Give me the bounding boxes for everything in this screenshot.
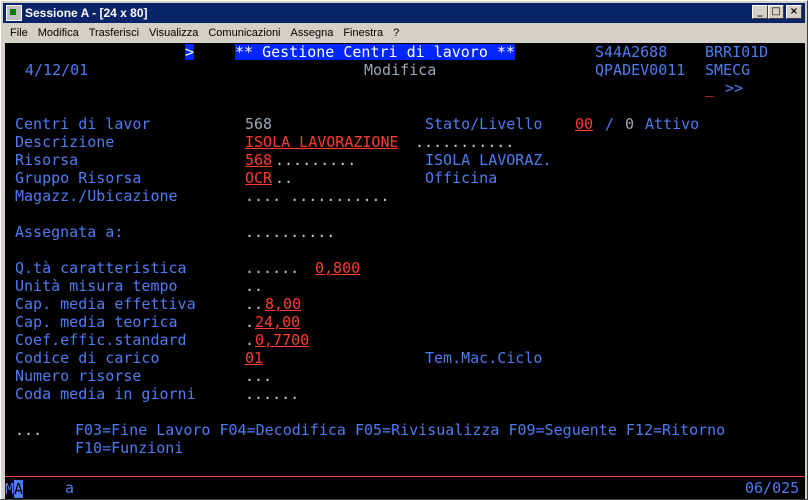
cap-eff-field[interactable]: 8,00	[265, 296, 301, 312]
more-cursor[interactable]: _	[705, 80, 714, 96]
menu-help[interactable]: ?	[393, 27, 399, 39]
menu-trasferisci[interactable]: Trasferisci	[89, 27, 139, 39]
assegnata-field[interactable]: ..........	[245, 224, 335, 240]
function-keys-line1: F03=Fine Lavoro F04=Decodifica F05=Rivis…	[75, 421, 726, 439]
gruppo-field[interactable]: OCR	[245, 170, 272, 186]
qta-label: Q.tà caratteristica	[15, 259, 187, 277]
stato-label: Stato/Livello	[425, 115, 543, 133]
program-id: S44A2688	[595, 43, 668, 61]
header-arrow[interactable]: >	[185, 44, 195, 60]
status-indicator: MA	[5, 480, 24, 498]
descrizione-label: Descrizione	[15, 133, 115, 151]
window-title: Sessione A - [24 x 80]	[25, 6, 148, 20]
unita-label: Unità misura tempo	[15, 277, 178, 295]
risorsa-label: Risorsa	[15, 151, 79, 169]
risorsa-desc: ISOLA LAVORAZ.	[425, 151, 552, 169]
screen-mode: Modifica	[364, 61, 437, 79]
centri-label: Centri di lavor	[15, 115, 151, 133]
close-button[interactable]: ×	[786, 5, 802, 19]
cursor-position: 06/025	[745, 479, 800, 497]
coef-field[interactable]: 0,7700	[255, 332, 309, 348]
menu-comunicazioni[interactable]: Comunicazioni	[208, 27, 280, 39]
system-name: SMECG	[705, 61, 751, 79]
descrizione-field-fill[interactable]: ...........	[415, 134, 514, 150]
maximize-button[interactable]: □	[768, 5, 784, 19]
cap-teo-label: Cap. media teorica	[15, 313, 178, 331]
qta-field-fill[interactable]: ......	[245, 260, 299, 276]
app-icon[interactable]	[6, 5, 22, 21]
magazz-field[interactable]: .... ...........	[245, 188, 390, 204]
descrizione-field[interactable]: ISOLA LAVORAZIONE	[245, 134, 399, 150]
menu-modifica[interactable]: Modifica	[38, 27, 79, 39]
screen-date: 4/12/01	[25, 61, 89, 79]
emulator-window: Sessione A - [24 x 80] _ □ × File Modifi…	[0, 0, 808, 500]
coda-label: Coda media in giorni	[15, 385, 196, 403]
centri-value: 568	[245, 115, 273, 133]
more-indicator[interactable]: >>	[725, 80, 743, 96]
gruppo-desc: Officina	[425, 169, 498, 187]
stato-separator: /	[605, 115, 615, 133]
coef-label: Coef.effic.standard	[15, 331, 187, 349]
terminal-screen[interactable]: > ** Gestione Centri di lavoro ** S44A26…	[5, 43, 805, 499]
menu-bar: File Modifica Trasferisci Visualizza Com…	[3, 24, 805, 42]
cap-teo-field-fill[interactable]: .	[245, 314, 254, 330]
option-field[interactable]: ...	[15, 422, 42, 438]
user-id: BRRI01D	[705, 43, 769, 61]
status-mode: a	[65, 479, 75, 497]
menu-visualizza[interactable]: Visualizza	[149, 27, 198, 39]
risorsa-field-fill[interactable]: .........	[275, 152, 356, 168]
cap-teo-field[interactable]: 24,00	[255, 314, 300, 330]
minimize-button[interactable]: _	[752, 5, 768, 19]
menu-assegna[interactable]: Assegna	[291, 27, 334, 39]
gruppo-field-fill[interactable]: ..	[275, 170, 293, 186]
status-bar: MA a 06/025	[5, 477, 805, 499]
coda-field[interactable]: ......	[245, 386, 299, 402]
function-keys-line2: F10=Funzioni	[75, 439, 184, 457]
coef-field-fill[interactable]: .	[245, 332, 254, 348]
title-bar[interactable]: Sessione A - [24 x 80] _ □ ×	[3, 3, 805, 23]
status-cursor: A	[14, 480, 24, 498]
livello-value: 0	[625, 115, 635, 133]
gruppo-label: Gruppo Risorsa	[15, 169, 142, 187]
menu-file[interactable]: File	[10, 27, 28, 39]
cap-eff-field-fill[interactable]: ..	[245, 296, 263, 312]
numero-label: Numero risorse	[15, 367, 142, 385]
qta-field[interactable]: 0,800	[315, 260, 360, 276]
stato-field[interactable]: 00	[575, 116, 593, 132]
assegnata-label: Assegnata a:	[15, 223, 124, 241]
stato-text: Attivo	[645, 115, 700, 133]
codice-field[interactable]: 01	[245, 350, 263, 366]
numero-field[interactable]: ...	[245, 368, 272, 384]
tem-label: Tem.Mac.Ciclo	[425, 349, 543, 367]
menu-finestra[interactable]: Finestra	[343, 27, 383, 39]
magazz-label: Magazz./Ubicazione	[15, 187, 178, 205]
job-name: QPADEV0011	[595, 61, 686, 79]
cap-eff-label: Cap. media effettiva	[15, 295, 196, 313]
unita-field[interactable]: ..	[245, 278, 263, 294]
codice-label: Codice di carico	[15, 349, 160, 367]
risorsa-field[interactable]: 568	[245, 152, 272, 168]
screen-title: ** Gestione Centri di lavoro **	[235, 43, 515, 61]
